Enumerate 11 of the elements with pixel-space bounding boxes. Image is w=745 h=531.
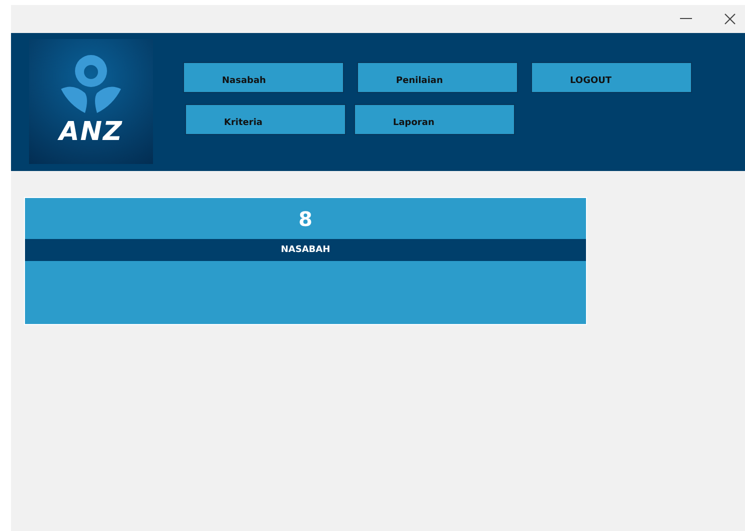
count-value: 8: [298, 206, 314, 232]
minimize-icon[interactable]: [680, 18, 692, 20]
menu-button[interactable]: LOGOUT: [531, 62, 692, 93]
menu-button[interactable]: Penilaian: [357, 62, 518, 93]
logo-text: ANZ: [59, 117, 123, 147]
card-label: NASABAH: [25, 239, 586, 261]
menu-button[interactable]: Nasabah: [183, 62, 344, 93]
close-icon[interactable]: [724, 13, 736, 25]
menu-button[interactable]: Kriteria: [185, 104, 346, 135]
menu-button[interactable]: Laporan: [354, 104, 515, 135]
logo-icon: [59, 53, 123, 115]
